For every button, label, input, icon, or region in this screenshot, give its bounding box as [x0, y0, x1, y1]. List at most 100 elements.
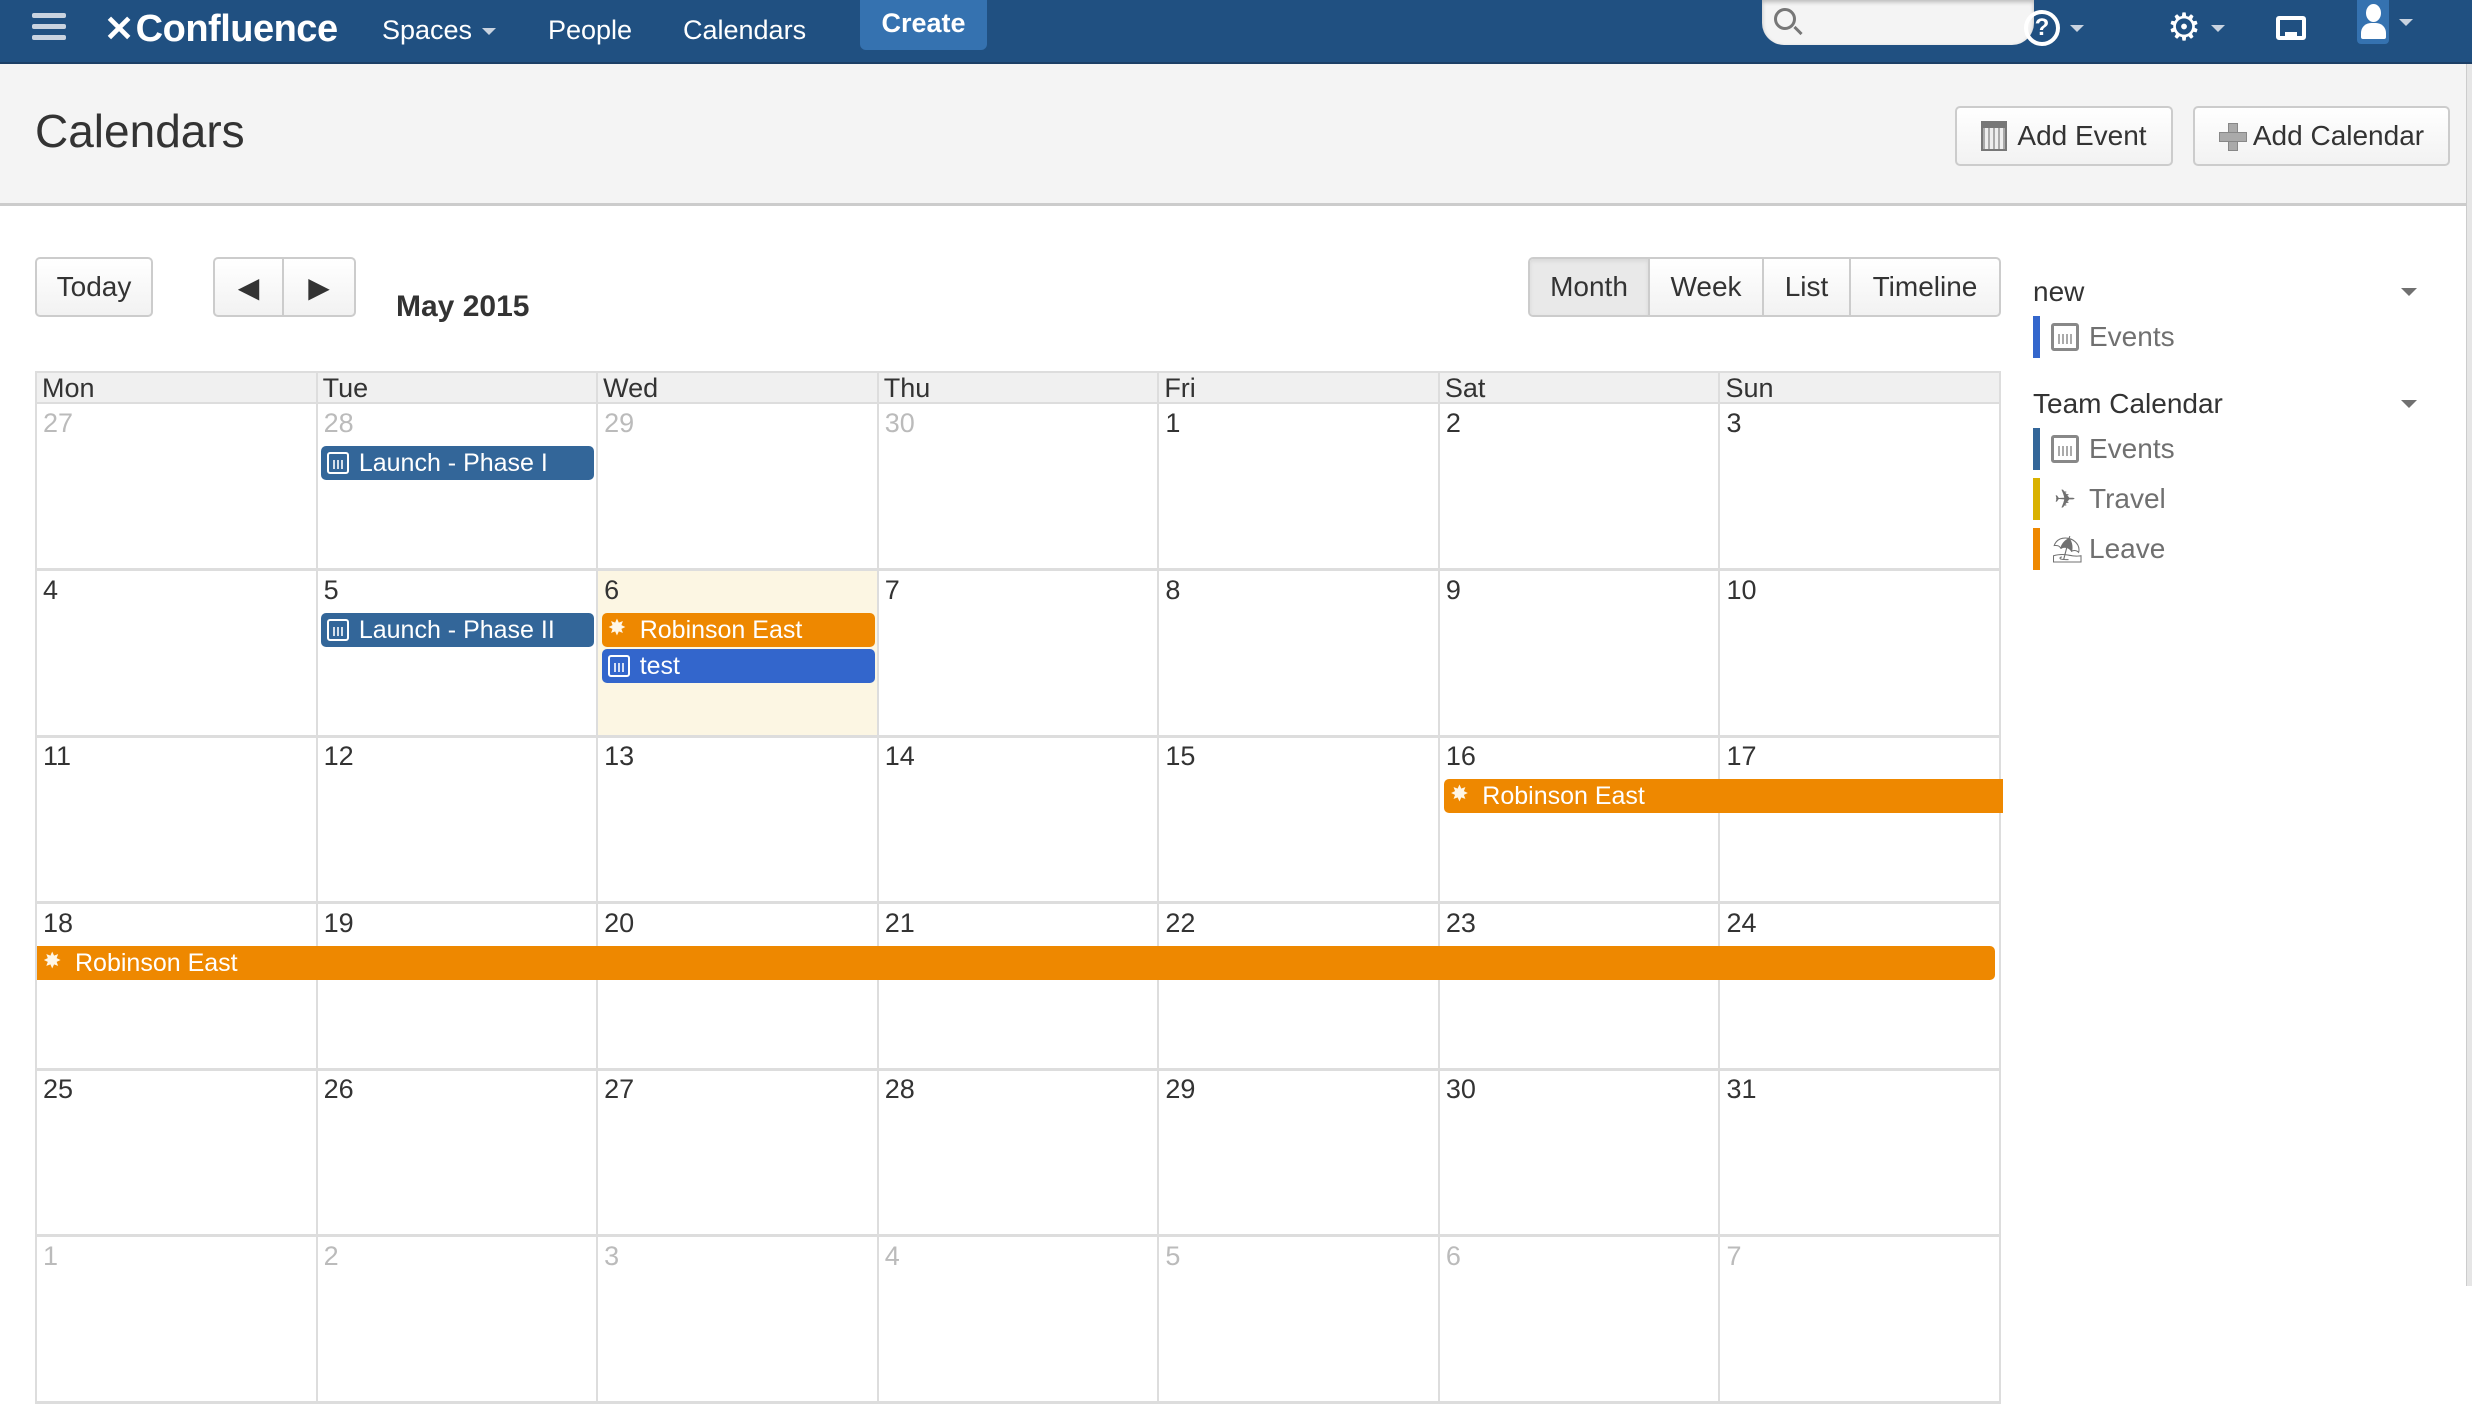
user-menu[interactable]	[2357, 0, 2413, 44]
sub-calendar-item[interactable]: Events	[2033, 426, 2443, 472]
day-cell[interactable]: 3	[596, 1236, 877, 1401]
day-cell[interactable]: 11	[35, 737, 316, 901]
today-button[interactable]: Today	[35, 257, 153, 317]
nav-people[interactable]: People	[548, 8, 632, 52]
day-cell[interactable]: 29	[1157, 1070, 1438, 1234]
nav-calendars[interactable]: Calendars	[683, 8, 806, 52]
search-box[interactable]	[1762, 0, 2034, 45]
settings-menu[interactable]: ⚙	[2167, 6, 2226, 50]
day-number[interactable]: 3	[1726, 408, 1741, 439]
day-cell[interactable]: 31	[1718, 1070, 2002, 1234]
day-number[interactable]: 7	[1726, 1241, 1741, 1272]
day-number[interactable]: 4	[43, 575, 58, 606]
calendar-event[interactable]: test	[601, 648, 875, 683]
menu-icon[interactable]	[32, 13, 66, 47]
day-number[interactable]: 24	[1726, 908, 1756, 939]
day-number[interactable]: 25	[43, 1074, 73, 1105]
day-cell[interactable]: 8	[1157, 570, 1438, 735]
day-number[interactable]: 26	[324, 1074, 354, 1105]
calendar-event[interactable]: Launch - Phase I	[320, 446, 594, 480]
day-number[interactable]: 14	[885, 741, 915, 772]
view-timeline-tab[interactable]: Timeline	[1851, 259, 1999, 315]
view-week-tab[interactable]: Week	[1650, 259, 1764, 315]
day-number[interactable]: 20	[604, 908, 634, 939]
day-cell[interactable]: 28	[315, 404, 597, 568]
day-cell[interactable]: 7	[1718, 1236, 2002, 1401]
calendar-event[interactable]: Robinson East	[601, 611, 875, 647]
sub-calendar-item[interactable]: ✈ Travel	[2033, 476, 2443, 522]
day-cell[interactable]: 29	[596, 404, 877, 568]
create-button[interactable]: Create	[860, 0, 987, 50]
day-number[interactable]: 30	[1446, 1074, 1476, 1105]
next-month-button[interactable]: ▶	[284, 259, 354, 315]
day-cell[interactable]: 30	[876, 404, 1158, 568]
day-cell[interactable]: 2	[1437, 404, 1719, 568]
view-month-tab[interactable]: Month	[1530, 259, 1650, 315]
day-cell[interactable]: 26	[315, 1070, 597, 1234]
day-cell[interactable]: 5	[1157, 1236, 1438, 1401]
scrollbar[interactable]	[2466, 64, 2472, 1286]
chevron-down-icon[interactable]	[2401, 400, 2417, 408]
day-number[interactable]: 1	[1165, 408, 1180, 439]
search-input[interactable]	[1806, 6, 2021, 38]
sub-calendar-item[interactable]: Events	[2033, 314, 2443, 360]
confluence-logo[interactable]: ✕ Confluence	[104, 4, 338, 54]
day-number[interactable]: 28	[324, 408, 354, 439]
calendar-event[interactable]: Launch - Phase II	[320, 612, 594, 647]
day-number[interactable]: 1	[43, 1241, 58, 1272]
add-calendar-button[interactable]: Add Calendar	[2193, 106, 2450, 166]
day-number[interactable]: 3	[604, 1241, 619, 1272]
day-number[interactable]: 23	[1446, 908, 1476, 939]
day-cell[interactable]: 15	[1157, 737, 1438, 901]
day-number[interactable]: 7	[885, 575, 900, 606]
day-number[interactable]: 15	[1165, 741, 1195, 772]
day-number[interactable]: 4	[885, 1241, 900, 1272]
day-number[interactable]: 2	[1446, 408, 1461, 439]
day-cell[interactable]: 22	[1157, 903, 1438, 1068]
view-list-tab[interactable]: List	[1764, 259, 1851, 315]
day-cell[interactable]: 12	[315, 737, 597, 901]
day-number[interactable]: 16	[1446, 741, 1476, 772]
day-cell[interactable]: 28	[876, 1070, 1158, 1234]
day-number[interactable]: 10	[1726, 575, 1756, 606]
day-cell[interactable]: 1	[1157, 404, 1438, 568]
day-cell[interactable]: 20	[596, 903, 877, 1068]
day-cell[interactable]: 6	[1437, 1236, 1719, 1401]
day-cell[interactable]: 16	[1437, 737, 1719, 901]
day-cell[interactable]: 10	[1718, 570, 2002, 735]
day-cell[interactable]: 30	[1437, 1070, 1719, 1234]
day-number[interactable]: 21	[885, 908, 915, 939]
day-number[interactable]: 31	[1726, 1074, 1756, 1105]
day-number[interactable]: 8	[1165, 575, 1180, 606]
day-cell[interactable]: 9	[1437, 570, 1719, 735]
day-number[interactable]: 29	[604, 408, 634, 439]
day-number[interactable]: 22	[1165, 908, 1195, 939]
day-number[interactable]: 11	[43, 741, 71, 772]
day-number[interactable]: 13	[604, 741, 634, 772]
day-cell[interactable]: 18	[35, 903, 316, 1068]
day-cell[interactable]: 23	[1437, 903, 1719, 1068]
day-number[interactable]: 12	[324, 741, 354, 772]
sub-calendar-item[interactable]: ⛱ Leave	[2033, 526, 2443, 572]
day-cell[interactable]: 17	[1718, 737, 2002, 901]
day-number[interactable]: 28	[885, 1074, 915, 1105]
day-cell[interactable]: 19	[315, 903, 597, 1068]
day-cell[interactable]: 25	[35, 1070, 316, 1234]
previous-month-button[interactable]: ◀	[215, 259, 285, 315]
calendar-group-title[interactable]: new	[2033, 270, 2443, 314]
calendar-event[interactable]: Robinson East	[1444, 777, 2003, 813]
day-cell[interactable]: 13	[596, 737, 877, 901]
day-number[interactable]: 17	[1726, 741, 1756, 772]
day-number[interactable]: 2	[324, 1241, 339, 1272]
chevron-down-icon[interactable]	[2401, 288, 2417, 296]
day-number[interactable]: 27	[604, 1074, 634, 1105]
day-number[interactable]: 5	[1165, 1241, 1180, 1272]
day-cell[interactable]: 3	[1718, 404, 2002, 568]
day-cell[interactable]: 27	[35, 404, 316, 568]
day-number[interactable]: 29	[1165, 1074, 1195, 1105]
day-number[interactable]: 19	[324, 908, 354, 939]
day-cell[interactable]: 2	[315, 1236, 597, 1401]
day-cell[interactable]: 4	[35, 570, 316, 735]
help-menu[interactable]: ?	[2024, 6, 2084, 50]
day-number[interactable]: 27	[43, 408, 73, 439]
